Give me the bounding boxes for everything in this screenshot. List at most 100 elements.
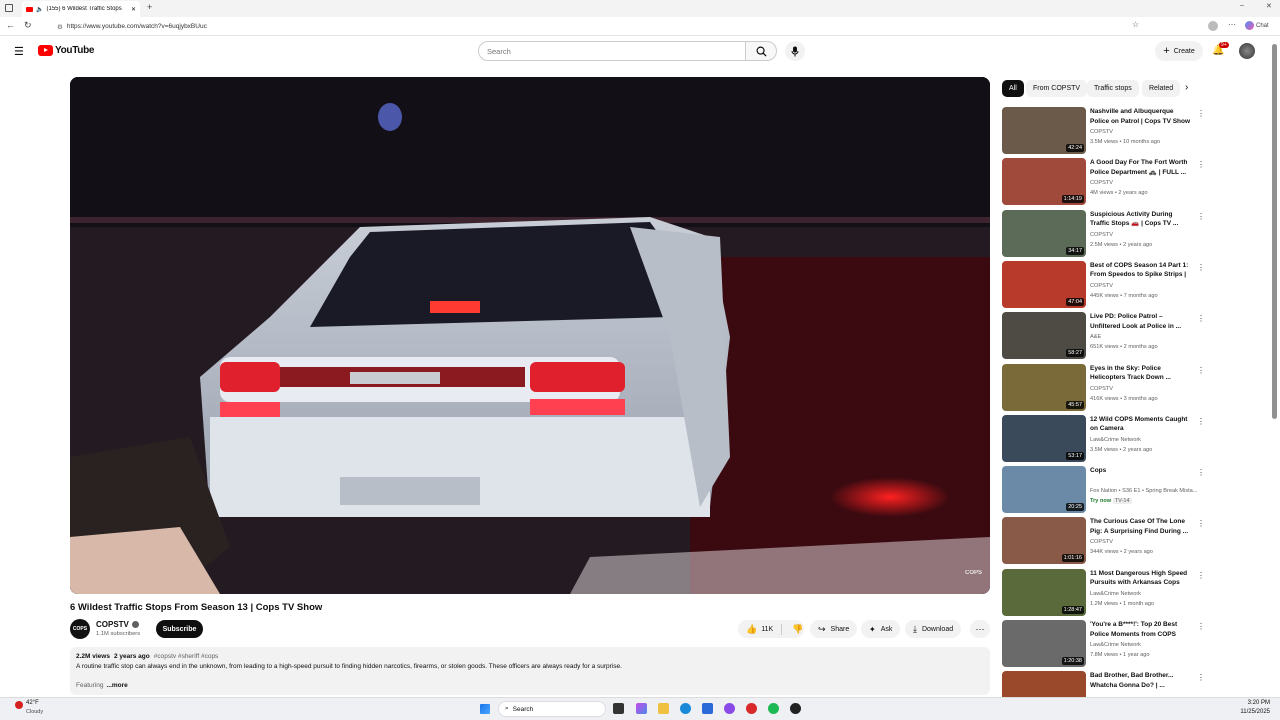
recommendation-thumbnail[interactable]: 47:04 [1002,260,1086,308]
recommendation-item[interactable]: 53:17 12 Wild COPS Moments Caught on Came… [1002,414,1205,464]
recommendation-menu-icon[interactable]: ⋮ [1197,366,1205,375]
app-icon[interactable] [724,703,735,714]
recommendation-title[interactable]: 12 Wild COPS Moments Caught on Camera [1090,415,1192,434]
chip-traffic-stops[interactable]: Traffic stops [1087,80,1139,97]
download-button[interactable]: ⤓ Download [905,620,962,638]
recommendation-channel[interactable]: COPSTV [1090,180,1113,186]
copilot-app-icon[interactable] [636,703,647,714]
recommendation-title[interactable]: Nashville and Albuquerque Police on Patr… [1090,107,1192,126]
reload-icon[interactable]: ↻ [24,20,32,31]
recommendation-item[interactable]: 1:28:47 11 Most Dangerous High Speed Purs… [1002,568,1205,618]
recommendation-menu-icon[interactable]: ⋮ [1197,622,1205,631]
recommendation-title[interactable]: Bad Brother, Bad Brother... Whatcha Gonn… [1090,671,1192,690]
recommendation-menu-icon[interactable]: ⋮ [1197,109,1205,118]
chrome-icon[interactable] [746,703,757,714]
account-avatar[interactable] [1239,43,1255,59]
copilot-chat-button[interactable]: Chat [1245,21,1269,30]
more-actions-button[interactable]: ⋯ [970,620,990,638]
ask-button[interactable]: ✦ Ask [861,620,901,638]
chevron-right-icon[interactable]: › [1185,82,1188,93]
tab-actions-icon[interactable] [5,4,13,12]
chip-from-copstv[interactable]: From COPSTV [1026,80,1088,97]
search-input[interactable]: Search [478,41,746,61]
task-view-icon[interactable] [613,703,624,714]
recommendation-channel[interactable]: COPSTV [1090,129,1113,135]
recommendation-thumbnail[interactable]: 58:27 [1002,312,1086,360]
recommendation-item[interactable]: 47:04 Best of COPS Season 14 Part 1: From… [1002,260,1205,310]
profile-avatar[interactable] [1208,21,1218,31]
recommendation-thumbnail[interactable]: 1:01:16 [1002,517,1086,565]
recommendation-item[interactable]: 1:01:16 The Curious Case Of The Lone Pig:… [1002,517,1205,566]
hashtags[interactable]: #copstv #sheriff #cops [154,653,219,660]
recommendation-menu-icon[interactable]: ⋮ [1197,263,1205,272]
recommendation-title[interactable]: The Curious Case Of The Lone Pig: A Surp… [1090,517,1192,536]
recommendation-menu-icon[interactable]: ⋮ [1197,417,1205,426]
minimize-icon[interactable]: – [1240,2,1244,9]
recommendation-item[interactable]: 1:20:38 'You're a B****!': Top 20 Best Po… [1002,620,1205,669]
recommendation-channel[interactable]: COPSTV [1090,539,1113,545]
recommendation-thumbnail[interactable]: 20:25 [1002,466,1086,514]
recommendation-title[interactable]: Live PD: Police Patrol – Unfiltered Look… [1090,312,1192,331]
recommendation-item[interactable]: 42:24 Nashville and Albuquerque Police on… [1002,107,1205,156]
recommendation-item[interactable]: 34:17 Suspicious Activity During Traffic … [1002,209,1205,259]
channel-watermark[interactable]: COPS [965,570,982,576]
like-button[interactable]: 👍 11K [738,623,782,635]
favorite-icon[interactable]: ☆ [1132,20,1139,29]
recommendation-channel[interactable]: COPSTV [1090,386,1113,392]
recommendation-title[interactable]: Eyes in the Sky: Police Helicopters Trac… [1090,364,1192,383]
close-window-icon[interactable]: ✕ [1266,2,1272,10]
recommendation-item[interactable]: 20:25 Cops Fox Nation • S36 E1 • Spring Br… [1002,466,1205,515]
file-explorer-icon[interactable] [658,703,669,714]
recommendation-channel[interactable]: COPSTV [1090,283,1113,289]
recommendation-channel[interactable]: Law&Crime Network [1090,437,1141,443]
hamburger-menu-icon[interactable]: ☰ [14,45,24,58]
browser-tab[interactable]: 🔈 (155) 6 Wildest Traffic Stops ✕ [22,1,140,17]
close-tab-icon[interactable]: ✕ [131,6,136,13]
search-button[interactable] [745,41,777,61]
back-icon[interactable]: ← [6,20,15,30]
recommendation-thumbnail[interactable]: 42:24 [1002,107,1086,154]
description-box[interactable]: 2.2M views 2 years ago #copstv #sheriff … [70,647,990,695]
recommendation-item[interactable]: 45:57 Eyes in the Sky: Police Helicopters… [1002,363,1205,413]
recommendation-menu-icon[interactable]: ⋮ [1197,673,1205,682]
recommendation-item[interactable]: 58:27 Live PD: Police Patrol – Unfiltered… [1002,312,1205,361]
recommendation-item[interactable]: 1:14:19 A Good Day For The Fort Worth Pol… [1002,158,1205,207]
channel-name[interactable]: COPSTV [96,620,139,629]
voice-search-button[interactable] [785,41,805,61]
recommendation-channel[interactable]: COPSTV [1090,232,1113,238]
show-more-link[interactable]: ...more [106,682,127,689]
store-icon[interactable] [702,703,713,714]
recommendation-menu-icon[interactable]: ⋮ [1197,314,1205,323]
chip-all[interactable]: All [1002,80,1024,97]
recommendation-menu-icon[interactable]: ⋮ [1197,519,1205,528]
chip-related[interactable]: Related [1142,80,1181,97]
taskbar-search[interactable]: ⌕ Search [498,701,606,717]
recommendation-menu-icon[interactable]: ⋮ [1197,212,1205,221]
speaker-icon[interactable]: 🔈 [36,6,43,13]
new-tab-icon[interactable]: + [147,2,152,12]
recommendation-title[interactable]: Cops [1090,466,1192,476]
recommendation-channel[interactable]: Law&Crime Network [1090,591,1141,597]
recommendation-thumbnail[interactable]: 53:17 [1002,414,1086,462]
site-info-icon[interactable]: ⚙ [57,23,63,31]
recommendation-menu-icon[interactable]: ⋮ [1197,160,1205,169]
create-button[interactable]: + Create [1155,41,1203,61]
menu-dots-icon[interactable]: ⋯ [1228,20,1236,29]
recommendation-thumbnail[interactable]: 34:17 [1002,209,1086,257]
recommendation-thumbnail[interactable]: 1:28:47 [1002,568,1086,616]
recommendation-thumbnail[interactable]: 45:57 [1002,363,1086,411]
youtube-logo[interactable]: YouTube [38,45,95,56]
recommendation-channel[interactable]: Law&Crime Network [1090,642,1141,648]
weather-temp[interactable]: 42°F [26,700,39,706]
recommendation-title[interactable]: A Good Day For The Fort Worth Police Dep… [1090,158,1192,177]
recommendation-channel[interactable]: A&E [1090,334,1101,340]
url-field[interactable]: ⚙ https://www.youtube.com/watch?v=6uqjyb… [48,19,1128,34]
recommendation-title[interactable]: 'You're a B****!': Top 20 Best Police Mo… [1090,620,1192,639]
recommendation-title[interactable]: Best of COPS Season 14 Part 1: From Spee… [1090,261,1192,281]
clock-time[interactable]: 3:20 PM [1238,700,1270,706]
recommendation-channel[interactable]: Fox Nation • S36 E1 • Spring Break Mista… [1090,488,1197,494]
edge-icon[interactable] [680,703,691,714]
channel-avatar[interactable]: COPS [70,619,90,639]
recommendation-title[interactable]: 11 Most Dangerous High Speed Pursuits wi… [1090,569,1192,588]
page-scrollbar-thumb[interactable] [1272,44,1277,419]
